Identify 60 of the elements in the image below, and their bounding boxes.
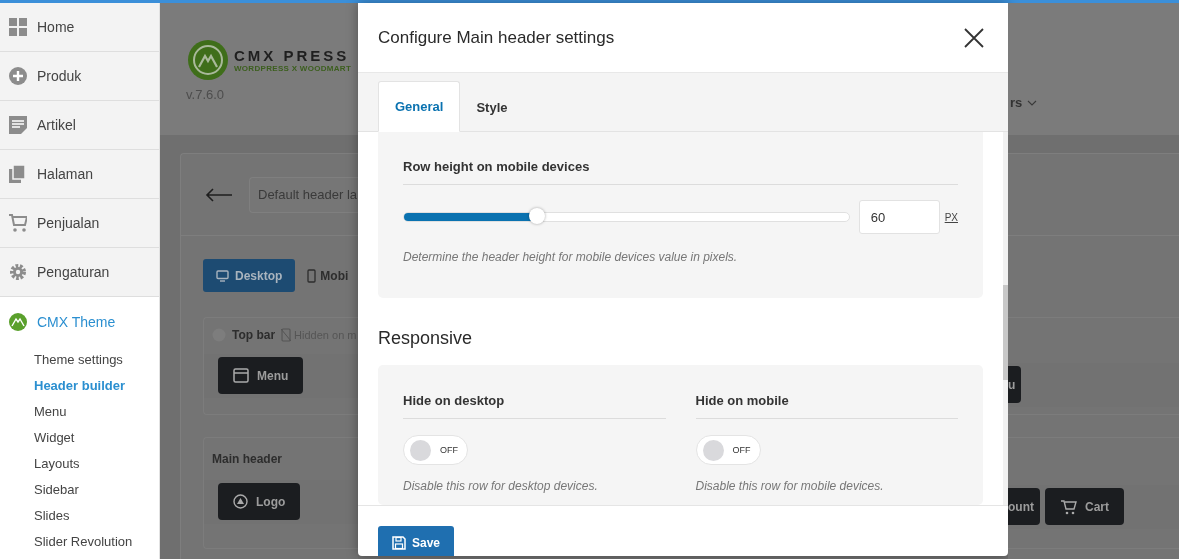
header-element[interactable]: u — [1008, 366, 1022, 403]
gear-icon — [9, 263, 27, 281]
phone-icon — [307, 268, 317, 283]
toggle-switch[interactable]: OFF — [403, 435, 468, 465]
header-element[interactable]: ount — [1008, 488, 1040, 525]
back-arrow-icon — [205, 187, 233, 202]
grid-icon — [9, 18, 27, 36]
dialog-title: Configure Main header settings — [378, 27, 615, 48]
slider-thumb[interactable] — [529, 208, 546, 224]
hidden-phone-icon — [281, 328, 292, 342]
mountain-logo-icon — [188, 40, 228, 80]
field-label: Hide on mobile — [695, 393, 958, 419]
help-text: Disable this row for desktop devices. — [403, 479, 599, 493]
header-element[interactable]: Cart — [1045, 488, 1124, 525]
pages-icon — [9, 165, 27, 183]
cart-icon — [1060, 498, 1077, 515]
number-input[interactable]: 60 — [858, 200, 940, 234]
scrollbar[interactable] — [1003, 132, 1008, 505]
circle-logo-icon — [233, 494, 248, 509]
chevron-down-icon — [1027, 99, 1038, 106]
unit-link[interactable]: PX — [944, 211, 958, 223]
device-tab[interactable]: Desktop — [203, 259, 296, 292]
sidebar-subitem[interactable]: Layouts — [0, 451, 159, 477]
header-element[interactable]: Logo — [218, 483, 301, 520]
sidebar-item[interactable]: Produk — [0, 52, 159, 101]
section-title: Responsive — [378, 327, 474, 350]
monitor-icon — [216, 269, 229, 282]
toggle-switch[interactable]: OFF — [695, 435, 761, 465]
cart-icon — [9, 214, 27, 232]
tab[interactable]: General — [378, 81, 461, 132]
sidebar-item[interactable]: Home — [0, 3, 159, 52]
sidebar-subitem[interactable]: Menu — [0, 399, 159, 425]
tab[interactable]: Style — [460, 83, 524, 132]
header-element[interactable]: Menu — [218, 357, 304, 394]
field-label: Row height on mobile devices — [403, 159, 958, 185]
logo-wordmark: CMX PRESS — [234, 47, 351, 64]
sidebar-subitem[interactable]: Slides — [0, 503, 159, 529]
sidebar-item[interactable]: Artikel — [0, 101, 159, 150]
help-text: Disable this row for mobile devices. — [695, 479, 885, 493]
mountain-logo-icon — [9, 313, 27, 331]
help-text: Determine the header height for mobile devices value in pixels. — [403, 250, 739, 264]
save-button[interactable]: Save — [378, 526, 455, 556]
sidebar-subitem[interactable]: Header builder — [0, 373, 159, 399]
logo-tagline: WORDPRESS X WOODMART — [234, 64, 352, 73]
sidebar-subitem[interactable]: Sidebar — [0, 477, 159, 503]
sidebar-subitem[interactable]: Slider Revolution — [0, 529, 159, 555]
scrollbar-thumb[interactable] — [1003, 285, 1008, 380]
close-button[interactable] — [964, 27, 984, 48]
sidebar-subitem[interactable]: Widget — [0, 425, 159, 451]
row-title-text: Top bar — [232, 328, 276, 342]
sidebar-item[interactable]: Halaman — [0, 150, 159, 199]
close-icon — [964, 27, 984, 48]
sidebar-item[interactable]: Pengaturan — [0, 248, 159, 297]
plus-circle-icon — [9, 67, 27, 85]
sidebar-item[interactable]: Penjualan — [0, 199, 159, 248]
window-icon — [233, 368, 249, 383]
document-icon — [9, 116, 27, 134]
sidebar-subitem[interactable]: Theme settings — [0, 347, 159, 373]
row-title-text: Main header — [211, 451, 284, 466]
field-label: Hide on desktop — [403, 393, 666, 419]
